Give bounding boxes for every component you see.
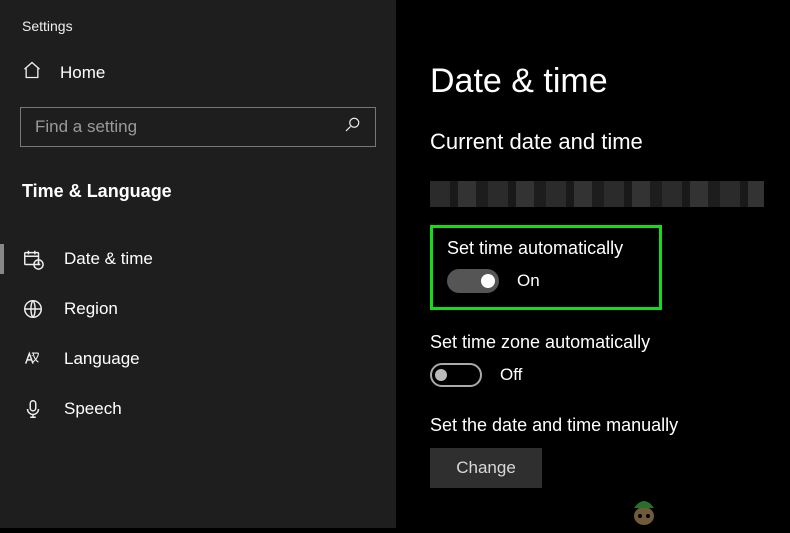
change-button[interactable]: Change — [430, 448, 542, 488]
search-placeholder: Find a setting — [35, 117, 137, 137]
sidebar-item-label: Language — [64, 349, 140, 369]
annotation-highlight-box: Set time automatically On — [430, 225, 662, 310]
sidebar-item-label: Date & time — [64, 249, 153, 269]
sidebar-item-date-time[interactable]: Date & time — [0, 234, 396, 284]
home-button[interactable]: Home — [0, 52, 396, 95]
page-title: Date & time — [430, 62, 790, 101]
globe-icon — [22, 298, 44, 320]
label-set-manual: Set the date and time manually — [430, 415, 790, 436]
mascot-decoration — [624, 488, 664, 528]
section-current-datetime: Current date and time — [430, 129, 790, 155]
search-icon — [343, 116, 361, 139]
sidebar-item-label: Region — [64, 299, 118, 319]
toggle-set-tz-auto-state: Off — [500, 365, 522, 385]
label-set-tz-auto: Set time zone automatically — [430, 332, 790, 353]
main-panel: Date & time Current date and time Set ti… — [396, 0, 790, 528]
nav-list: Date & time Region Language Speech — [0, 234, 396, 434]
change-button-label: Change — [456, 458, 516, 478]
home-label: Home — [60, 63, 105, 83]
microphone-icon — [22, 398, 44, 420]
toggle-set-time-auto[interactable] — [447, 269, 499, 293]
window-title: Settings — [0, 12, 396, 52]
home-icon — [22, 60, 42, 85]
calendar-clock-icon — [22, 248, 44, 270]
sidebar-item-region[interactable]: Region — [0, 284, 396, 334]
toggle-set-tz-auto[interactable] — [430, 363, 482, 387]
label-set-time-auto: Set time automatically — [447, 238, 645, 259]
sidebar-item-speech[interactable]: Speech — [0, 384, 396, 434]
search-input[interactable]: Find a setting — [20, 107, 376, 147]
sidebar-item-label: Speech — [64, 399, 122, 419]
toggle-set-time-auto-state: On — [517, 271, 540, 291]
sidebar: Settings Home Find a setting Time & Lang… — [0, 0, 396, 528]
sidebar-item-language[interactable]: Language — [0, 334, 396, 384]
current-datetime-value-obscured — [430, 181, 764, 207]
category-label: Time & Language — [0, 147, 396, 208]
language-icon — [22, 348, 44, 370]
